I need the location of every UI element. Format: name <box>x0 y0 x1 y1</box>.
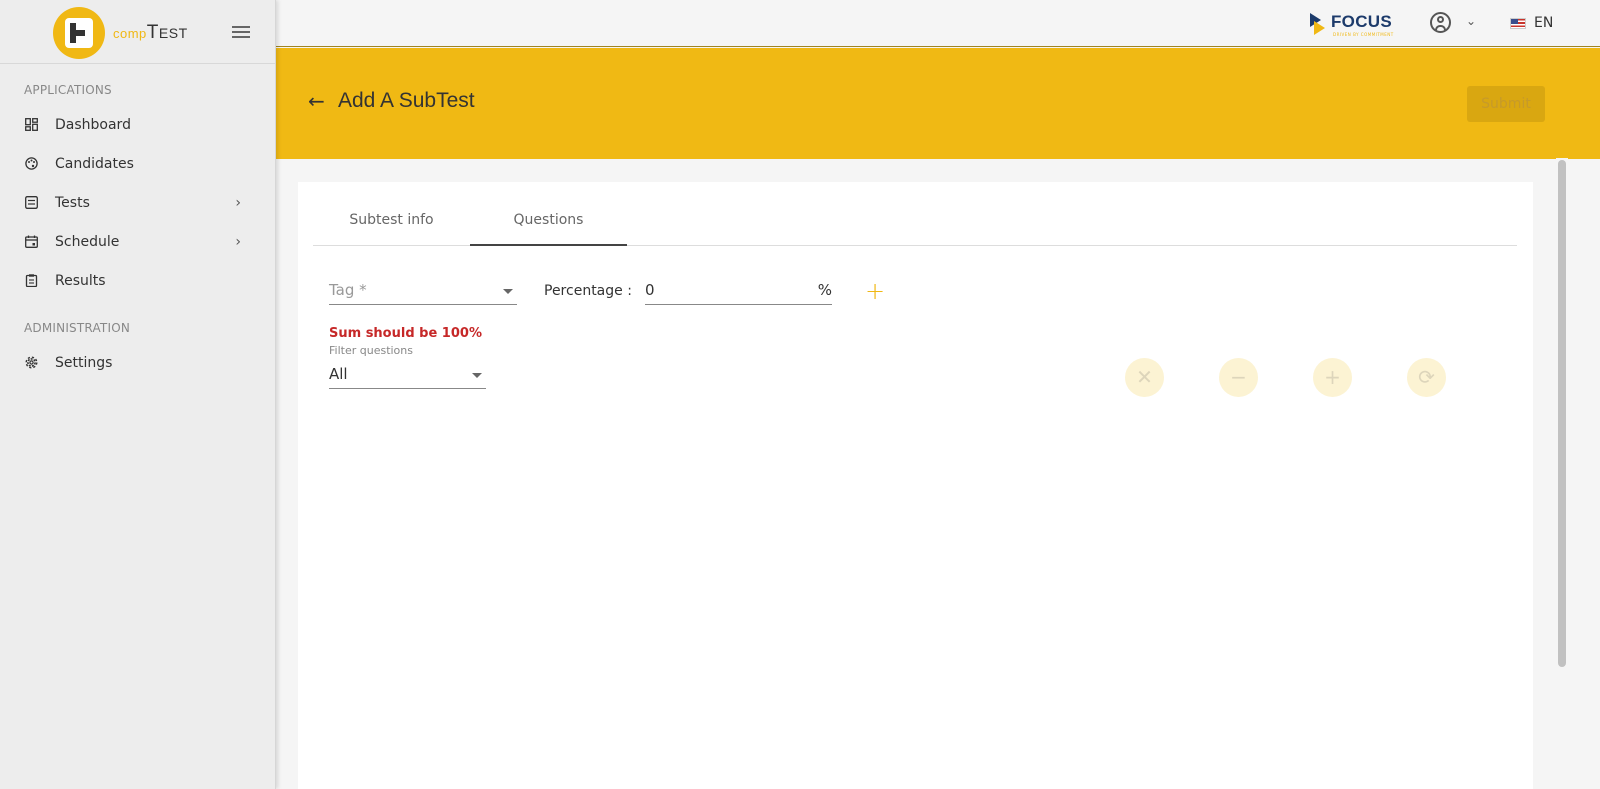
focus-brand-logo: FOCUS DRIVEN BY COMMITMENT <box>1310 11 1410 39</box>
sidebar-item-settings[interactable]: Settings <box>0 343 275 382</box>
section-administration: ADMINISTRATION <box>24 321 131 335</box>
submit-button[interactable]: Submit <box>1467 86 1545 122</box>
percentage-input[interactable]: 0 % <box>645 278 832 305</box>
logo-text-comp: comp <box>113 26 147 41</box>
brand-tagline: DRIVEN BY COMMITMENT <box>1333 32 1394 37</box>
percentage-label: Percentage : <box>544 283 632 299</box>
refresh-icon: ⟳ <box>1418 365 1435 389</box>
dashboard-icon <box>24 117 38 132</box>
sidebar-item-label: Settings <box>55 354 113 371</box>
logo-text-t: T <box>146 22 159 43</box>
tag-select[interactable]: Tag * <box>329 278 517 305</box>
sidebar-item-label: Schedule <box>55 233 120 250</box>
tab-subtest-info[interactable]: Subtest info <box>313 202 470 245</box>
app-logo-text: compTEST <box>113 22 188 44</box>
sidebar-item-tests[interactable]: Tests › <box>0 183 275 222</box>
calendar-icon <box>24 235 38 249</box>
add-tag-button[interactable]: + <box>865 279 885 303</box>
brand-name: FOCUS <box>1331 12 1392 31</box>
page-header: ← Add A SubTest Submit <box>276 48 1600 159</box>
filter-questions-select[interactable]: All <box>329 362 486 389</box>
filter-value: All <box>329 365 348 383</box>
clipboard-icon <box>24 273 38 288</box>
language-selector[interactable]: EN <box>1534 15 1553 31</box>
main-card: Subtest info Questions Tag * Percentage … <box>298 182 1533 789</box>
topbar: FOCUS DRIVEN BY COMMITMENT ⌄ EN <box>276 0 1600 47</box>
percentage-unit: % <box>817 281 832 299</box>
sidebar-item-label: Tests <box>55 194 90 211</box>
tag-placeholder: Tag * <box>329 281 367 299</box>
chevron-right-icon: › <box>235 195 241 211</box>
refresh-button[interactable]: ⟳ <box>1407 358 1446 397</box>
clear-button[interactable]: ✕ <box>1125 358 1164 397</box>
gear-icon <box>24 355 38 370</box>
palette-icon <box>24 156 38 171</box>
us-flag-icon[interactable] <box>1510 18 1526 29</box>
close-icon: ✕ <box>1136 365 1153 389</box>
sidebar-item-label: Candidates <box>55 155 134 172</box>
tests-icon <box>24 195 38 210</box>
menu-toggle-icon[interactable] <box>232 26 250 38</box>
logo-text-est: EST <box>158 25 188 41</box>
sidebar-item-candidates[interactable]: Candidates <box>0 144 275 183</box>
page-title: Add A SubTest <box>338 89 475 112</box>
tab-questions[interactable]: Questions <box>470 202 627 246</box>
sidebar-header: compTEST <box>0 0 275 64</box>
dropdown-caret-icon <box>503 289 513 294</box>
chevron-right-icon: › <box>235 234 241 250</box>
sidebar-item-dashboard[interactable]: Dashboard <box>0 105 275 144</box>
scrollbar-thumb[interactable] <box>1558 160 1566 667</box>
minus-icon: − <box>1230 365 1247 389</box>
sidebar-item-label: Dashboard <box>55 116 131 133</box>
dropdown-caret-icon <box>472 373 482 378</box>
section-applications: APPLICATIONS <box>24 83 112 97</box>
remove-button[interactable]: − <box>1219 358 1258 397</box>
error-message: Sum should be 100% <box>329 326 482 341</box>
sidebar-item-schedule[interactable]: Schedule › <box>0 222 275 261</box>
sidebar-item-label: Results <box>55 272 106 289</box>
tab-bar: Subtest info Questions <box>313 202 1517 246</box>
percentage-value: 0 <box>645 281 655 299</box>
comptest-logo-icon[interactable] <box>53 7 105 59</box>
sidebar: compTEST APPLICATIONS Dashboard Candidat… <box>0 0 276 789</box>
add-button[interactable]: + <box>1313 358 1352 397</box>
plus-icon: + <box>1324 365 1341 389</box>
user-account-icon[interactable] <box>1430 12 1451 33</box>
chevron-down-icon[interactable]: ⌄ <box>1466 14 1476 28</box>
sidebar-item-results[interactable]: Results <box>0 261 275 300</box>
filter-questions-label: Filter questions <box>329 344 413 357</box>
back-arrow-icon[interactable]: ← <box>308 91 325 111</box>
